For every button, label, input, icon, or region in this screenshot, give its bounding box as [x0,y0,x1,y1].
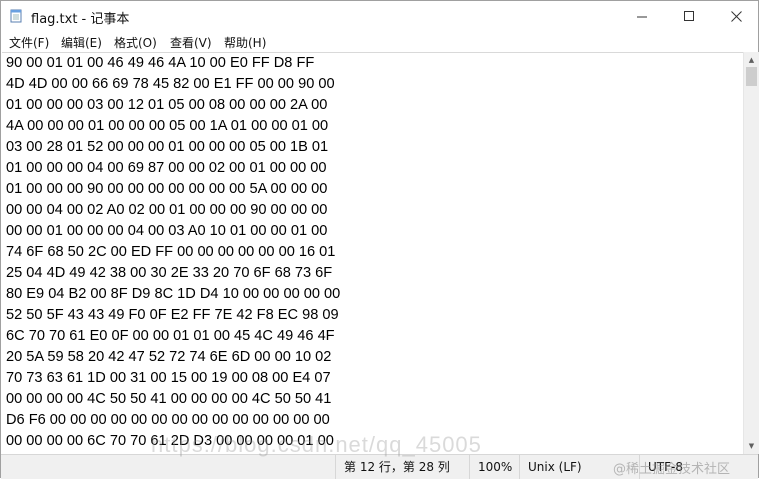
menu-bar: 文件(F) 编辑(E) 格式(O) 查看(V) 帮助(H) [1,32,758,52]
text-line: 01 00 00 00 04 00 69 87 00 00 02 00 01 0… [6,160,327,176]
notepad-app-icon [10,9,22,23]
maximize-icon [683,11,694,21]
text-line: 74 6F 68 50 2C 00 ED FF 00 00 00 00 00 0… [6,244,336,260]
text-line: 80 E9 04 B2 00 8F D9 8C 1D D4 10 00 00 0… [6,286,341,302]
community-watermark: @稀土掘金技术社区 [613,462,731,477]
text-line: D6 F6 00 00 00 00 00 00 00 00 00 00 00 0… [6,412,330,428]
text-line: 00 00 00 00 6C 70 70 61 2D D3 00 00 00 0… [6,433,334,449]
text-line: 52 50 5F 43 43 49 F0 0F E2 FF 7E 42 F8 E… [6,307,339,323]
menu-help[interactable]: 帮助(H) [224,34,266,51]
text-line: 6C 70 70 61 E0 0F 00 00 01 01 00 45 4C 4… [6,328,335,344]
text-line: 4A 00 00 00 01 00 00 00 05 00 1A 01 00 0… [6,118,329,134]
minimize-button[interactable] [619,1,665,32]
close-button[interactable] [713,1,759,32]
text-editor[interactable]: 90 00 01 01 00 46 49 46 4A 10 00 E0 FF D… [2,52,743,455]
scroll-up-arrow-icon[interactable]: ▲ [744,52,759,67]
zoom-level: 100% [469,455,519,479]
menu-edit[interactable]: 编辑(E) [61,34,102,51]
minimize-icon [636,16,647,18]
text-line: 00 00 04 00 02 A0 02 00 01 00 00 00 90 0… [6,202,328,218]
close-icon [730,11,742,22]
cursor-position: 第 12 行，第 28 列 [335,455,469,479]
menu-format[interactable]: 格式(O) [114,34,157,51]
title-bar[interactable]: flag.txt - 记事本 [1,1,758,32]
menu-view[interactable]: 查看(V) [170,34,212,51]
text-line: 4D 4D 00 00 66 69 78 45 82 00 E1 FF 00 0… [6,76,335,92]
text-line: 01 00 00 00 03 00 12 01 05 00 08 00 00 0… [6,97,328,113]
maximize-button[interactable] [666,1,712,32]
text-line: 01 00 00 00 90 00 00 00 00 00 00 00 5A 0… [6,181,328,197]
window-title: flag.txt - 记事本 [31,12,130,27]
text-line: 90 00 01 01 00 46 49 46 4A 10 00 E0 FF D… [6,55,315,71]
scroll-thumb[interactable] [746,67,757,86]
text-line: 00 00 00 00 4C 50 50 41 00 00 00 00 4C 5… [6,391,332,407]
text-line: 20 5A 59 58 20 42 47 52 72 74 6E 6D 00 0… [6,349,332,365]
notepad-window: flag.txt - 记事本 文件(F) 编辑(E) 格式(O) 查看(V) 帮… [0,0,759,479]
text-line: 00 00 01 00 00 00 04 00 03 A0 10 01 00 0… [6,223,328,239]
text-line: 25 04 4D 49 42 38 00 30 2E 33 20 70 6F 6… [6,265,333,281]
menu-file[interactable]: 文件(F) [9,34,49,51]
text-line: 03 00 28 01 52 00 00 00 01 00 00 00 05 0… [6,139,329,155]
vertical-scrollbar[interactable]: ▲ ▼ [743,52,759,454]
scroll-down-arrow-icon[interactable]: ▼ [744,438,759,453]
text-line: 70 73 63 61 1D 00 31 00 15 00 19 00 08 0… [6,370,331,386]
